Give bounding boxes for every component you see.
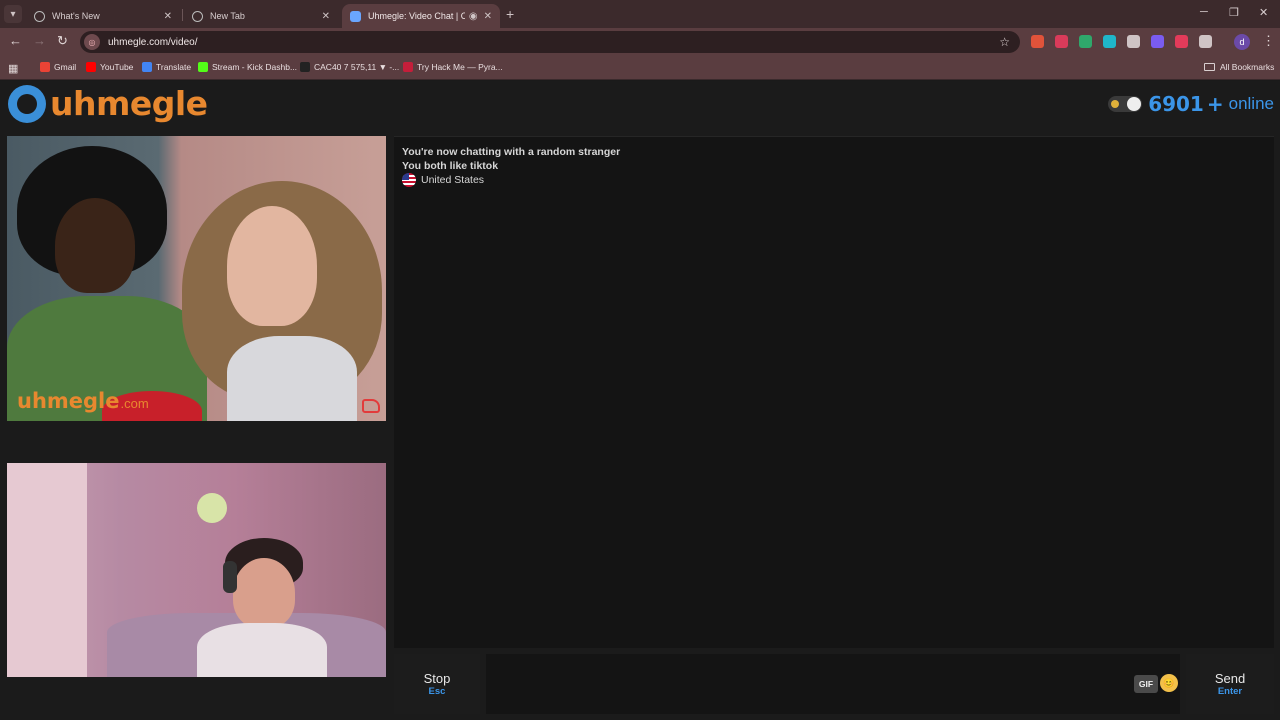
- close-icon[interactable]: ✕: [322, 11, 330, 22]
- folder-icon: [1204, 63, 1215, 71]
- new-tab-button[interactable]: +: [506, 6, 514, 22]
- message-input[interactable]: [486, 654, 1180, 714]
- uhmegle-page: uhmegle 6901 + online uhmegle .com You'r…: [0, 81, 1280, 720]
- person-shirt: [197, 623, 327, 677]
- gif-button[interactable]: GIF: [1134, 675, 1158, 693]
- globe-icon: [34, 10, 45, 22]
- restore-icon[interactable]: ❐: [1229, 6, 1239, 19]
- us-flag-icon: [402, 173, 416, 187]
- person-face: [227, 206, 317, 326]
- tab-title: What's New: [52, 11, 100, 21]
- chat-controls: Stop Esc GIF 😊 Send Enter: [394, 654, 1274, 716]
- emoji-icon[interactable]: 😊: [1160, 674, 1178, 692]
- person-face: [233, 558, 295, 628]
- bookmark-kick[interactable]: Stream - Kick Dashb...: [198, 62, 297, 72]
- sun-icon: [1111, 100, 1120, 108]
- all-bookmarks-button[interactable]: All Bookmarks: [1204, 62, 1274, 72]
- curtain: [7, 463, 87, 677]
- site-logo[interactable]: uhmegle: [8, 84, 208, 123]
- close-icon[interactable]: ✕: [164, 11, 172, 22]
- bookmark-gmail[interactable]: Gmail: [40, 62, 76, 72]
- bookmark-youtube[interactable]: YouTube: [86, 62, 133, 72]
- extension-icon[interactable]: [1127, 35, 1140, 48]
- back-arrow-icon[interactable]: ←: [9, 33, 22, 48]
- extension-icon[interactable]: [1103, 35, 1116, 48]
- bookmark-cac40[interactable]: CAC40 7 575,11 ▼ -...: [300, 62, 399, 72]
- tab-uhmegle[interactable]: Uhmegle: Video Chat | Ome ◉ ✕: [342, 4, 500, 28]
- online-plus: +: [1206, 92, 1224, 116]
- video-watermark: uhmegle .com: [17, 389, 149, 413]
- online-count: 6901: [1148, 92, 1204, 116]
- url-text[interactable]: uhmegle.com/video/: [108, 37, 999, 48]
- system-message: You both like tiktok: [402, 160, 499, 172]
- tryhackme-icon: [403, 62, 413, 72]
- forward-arrow-icon[interactable]: →: [33, 33, 46, 48]
- bookmark-tryhackme[interactable]: Try Hack Me — Pyra...: [403, 62, 503, 72]
- extension-icon[interactable]: [1175, 35, 1188, 48]
- extension-icon[interactable]: [1151, 35, 1164, 48]
- theme-toggle[interactable]: [1108, 96, 1143, 112]
- youtube-icon: [86, 62, 96, 72]
- logo-text: uhmegle: [50, 84, 208, 123]
- recording-icon: ◉: [468, 10, 478, 22]
- menu-dots-icon[interactable]: ⋮: [1262, 33, 1275, 49]
- profile-avatar[interactable]: d: [1234, 34, 1250, 50]
- reload-icon[interactable]: ↻: [57, 33, 68, 49]
- person-top: [227, 336, 357, 421]
- tab-separator: [182, 9, 183, 21]
- browser-toolbar: ← → ↻ ◎ uhmegle.com/video/ ☆ d ⋮: [0, 28, 1280, 56]
- bookmark-star-icon[interactable]: ☆: [999, 35, 1010, 49]
- window-close-icon[interactable]: ✕: [1259, 6, 1268, 19]
- kick-icon: [198, 62, 208, 72]
- stranger-country: United States: [402, 173, 484, 187]
- gmail-icon: [40, 62, 50, 72]
- tab-search-button[interactable]: ▾: [4, 5, 22, 23]
- site-info-icon[interactable]: ◎: [84, 34, 100, 50]
- stop-button[interactable]: Stop Esc: [394, 654, 480, 714]
- apps-grid-icon[interactable]: ▦: [8, 62, 18, 75]
- minimize-icon[interactable]: ─: [1200, 6, 1208, 18]
- chart-icon: [300, 62, 310, 72]
- light-spot: [197, 493, 227, 523]
- send-button[interactable]: Send Enter: [1186, 654, 1274, 714]
- person-face: [55, 198, 135, 293]
- online-label: online: [1228, 94, 1274, 113]
- headphones-icon: [223, 561, 237, 593]
- extensions-puzzle-icon[interactable]: [1199, 35, 1212, 48]
- tab-title: Uhmegle: Video Chat | Ome: [368, 11, 465, 21]
- tab-whats-new[interactable]: What's New ✕: [26, 4, 180, 28]
- system-message: You're now chatting with a random strang…: [402, 146, 621, 158]
- globe-icon: [192, 10, 203, 22]
- translate-icon: [142, 62, 152, 72]
- uhmegle-favicon-icon: [350, 10, 361, 22]
- extension-icon[interactable]: [1055, 35, 1068, 48]
- self-video: [7, 463, 386, 677]
- extension-icon[interactable]: [1079, 35, 1092, 48]
- browser-tab-bar: ▾ What's New ✕ New Tab ✕ Uhmegle: Video …: [0, 0, 1280, 28]
- extension-icon[interactable]: [1031, 35, 1044, 48]
- logo-mark-icon: [8, 84, 46, 123]
- toggle-knob: [1127, 97, 1142, 111]
- bookmark-translate[interactable]: Translate: [142, 62, 191, 72]
- close-icon[interactable]: ✕: [484, 11, 492, 22]
- tab-title: New Tab: [210, 11, 245, 21]
- online-indicator: 6901 + online: [1108, 92, 1274, 116]
- bookmarks-bar: ▦ Gmail YouTube Translate Stream - Kick …: [0, 56, 1280, 80]
- address-bar[interactable]: ◎ uhmegle.com/video/ ☆: [80, 31, 1020, 53]
- chat-log: You're now chatting with a random strang…: [394, 136, 1274, 648]
- stranger-video: uhmegle .com: [7, 136, 386, 421]
- tab-new-tab[interactable]: New Tab ✕: [184, 4, 338, 28]
- report-flag-icon[interactable]: [362, 399, 380, 413]
